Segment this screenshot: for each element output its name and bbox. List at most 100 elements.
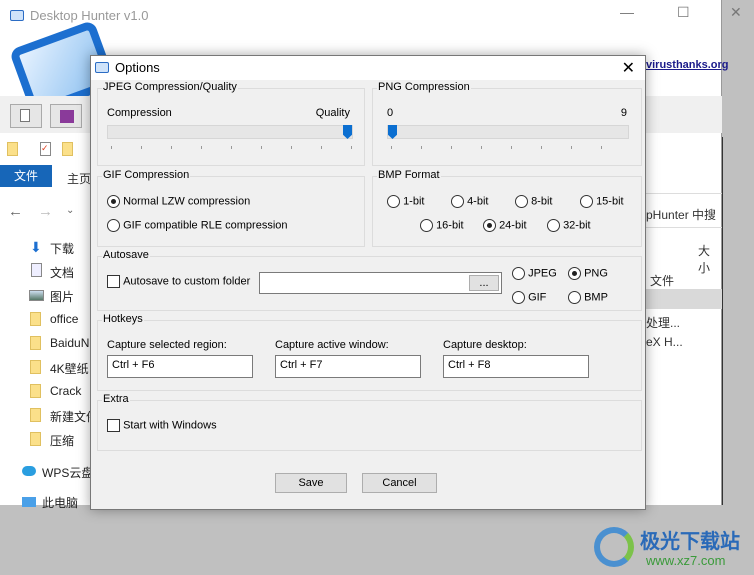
properties-icon: ✓ — [40, 142, 51, 156]
window-hotkey-input[interactable]: Ctrl + F7 — [275, 355, 421, 378]
save-button[interactable]: Save — [275, 473, 347, 493]
bmp-option-15bit[interactable]: 15-bit — [580, 195, 624, 208]
bmp-option-1bit[interactable]: 1-bit — [387, 195, 424, 208]
cancel-button[interactable]: Cancel — [362, 473, 437, 493]
background-gray-area — [722, 137, 754, 505]
save-icon-button[interactable] — [50, 104, 82, 128]
radio-icon[interactable] — [512, 267, 525, 280]
hotkeys-group: Hotkeys Capture selected region: Ctrl + … — [97, 313, 642, 391]
maximize-button[interactable]: ☐ — [677, 4, 690, 21]
gif-group: GIF Compression Normal LZW compression G… — [97, 169, 365, 247]
folder-icon — [30, 312, 41, 326]
download-icon: ⬇ — [30, 239, 42, 255]
bmp-option-16bit[interactable]: 16-bit — [420, 219, 464, 232]
checkbox-icon[interactable] — [107, 275, 120, 288]
floppy-icon — [60, 110, 74, 123]
radio-icon[interactable] — [568, 267, 581, 280]
minimize-button[interactable]: — — [620, 4, 634, 20]
radio-icon[interactable] — [580, 195, 593, 208]
options-dialog: Options ✕ JPEG Compression/Quality Compr… — [90, 55, 646, 510]
slider-ticks — [111, 146, 353, 149]
file-row[interactable]: 处理... — [646, 314, 680, 331]
radio-icon[interactable] — [568, 291, 581, 304]
radio-icon[interactable] — [107, 219, 120, 232]
slider-thumb[interactable] — [343, 125, 352, 139]
file-type: 文件 — [650, 274, 675, 288]
dialog-icon — [95, 62, 109, 73]
desktop-hotkey-input[interactable]: Ctrl + F8 — [443, 355, 589, 378]
website-link[interactable]: virusthanks.org — [646, 59, 729, 71]
browse-button[interactable]: ... — [469, 275, 499, 291]
sidebar-item[interactable]: 图片 — [50, 288, 74, 305]
bmp-option-4bit[interactable]: 4-bit — [451, 195, 488, 208]
bmp-option-8bit[interactable]: 8-bit — [515, 195, 552, 208]
sidebar-item[interactable]: 文档 — [50, 264, 74, 281]
ribbon-tab-file[interactable]: 文件 — [0, 165, 52, 187]
sidebar-item[interactable]: 下载 — [50, 240, 74, 257]
window-hotkey-label: Capture active window: — [275, 339, 389, 351]
autosave-group: Autosave Autosave to custom folder ... J… — [97, 249, 642, 311]
folder-icon — [30, 336, 41, 350]
sidebar-item[interactable]: BaiduN — [50, 336, 89, 350]
radio-icon[interactable] — [420, 219, 433, 232]
sidebar-item[interactable]: 4K壁纸 — [50, 360, 89, 377]
radio-icon[interactable] — [387, 195, 400, 208]
radio-icon[interactable] — [483, 219, 496, 232]
sidebar-item[interactable]: WPS云盘 — [42, 464, 93, 481]
watermark-swirl-icon — [594, 527, 634, 567]
png-group: PNG Compression 0 9 — [372, 81, 642, 166]
dialog-title: Options — [115, 60, 160, 75]
jpeg-quality-slider[interactable] — [107, 125, 353, 139]
format-option-png[interactable]: PNG — [568, 267, 608, 280]
radio-icon[interactable] — [512, 291, 525, 304]
extra-legend: Extra — [102, 393, 130, 405]
back-icon[interactable]: ← — [8, 203, 23, 220]
png-compression-slider[interactable] — [387, 125, 629, 139]
start-with-windows-checkbox[interactable]: Start with Windows — [107, 419, 217, 432]
column-header-size[interactable]: 大小 — [698, 242, 721, 276]
checkbox-icon[interactable] — [107, 419, 120, 432]
slider-ticks — [391, 146, 631, 149]
format-option-gif[interactable]: GIF — [512, 291, 546, 304]
folder-icon — [30, 432, 41, 446]
compression-label: Compression — [107, 107, 172, 119]
copy-icon — [20, 109, 30, 122]
dialog-titlebar: Options ✕ — [91, 56, 645, 80]
bmp-option-24bit[interactable]: 24-bit — [483, 219, 527, 232]
gif-option-rle[interactable]: GIF compatible RLE compression — [107, 219, 288, 232]
region-hotkey-input[interactable]: Ctrl + F6 — [107, 355, 253, 378]
recent-chevron-icon[interactable]: ⌄ — [66, 205, 74, 216]
search-box-text[interactable]: pHunter 中搜 — [646, 206, 716, 223]
ribbon-tab-home[interactable]: 主页 — [67, 170, 91, 187]
slider-thumb[interactable] — [388, 125, 397, 139]
gif-option-lzw[interactable]: Normal LZW compression — [107, 195, 250, 208]
watermark-logo: 极光下载站 www.xz7.com — [594, 523, 744, 571]
file-row[interactable]: eX H... — [646, 335, 683, 349]
extra-group: Extra Start with Windows — [97, 393, 642, 451]
format-option-jpeg[interactable]: JPEG — [512, 267, 557, 280]
bmp-option-32bit[interactable]: 32-bit — [547, 219, 591, 232]
radio-icon[interactable] — [547, 219, 560, 232]
folder-icon — [30, 360, 41, 374]
format-option-bmp[interactable]: BMP — [568, 291, 608, 304]
sidebar-item[interactable]: 压缩 — [50, 432, 74, 449]
gif-legend: GIF Compression — [102, 169, 191, 181]
sidebar-item[interactable]: 此电脑 — [42, 494, 78, 511]
dialog-close-button[interactable]: ✕ — [622, 58, 635, 78]
close-button[interactable]: ✕ — [730, 4, 742, 21]
sidebar-item[interactable]: Crack — [50, 384, 81, 398]
radio-icon[interactable] — [107, 195, 120, 208]
radio-icon[interactable] — [515, 195, 528, 208]
sidebar-item[interactable]: office — [50, 312, 78, 326]
selected-row[interactable] — [646, 289, 722, 309]
autosave-legend: Autosave — [102, 249, 150, 261]
hotkeys-legend: Hotkeys — [102, 313, 144, 325]
png-legend: PNG Compression — [377, 81, 471, 93]
autosave-folder-input[interactable]: ... — [259, 272, 502, 294]
cloud-icon — [22, 466, 36, 476]
jpeg-group: JPEG Compression/Quality Compression Qua… — [97, 81, 365, 166]
forward-icon[interactable]: → — [38, 203, 53, 220]
autosave-checkbox[interactable]: Autosave to custom folder — [107, 275, 250, 288]
copy-button[interactable] — [10, 104, 42, 128]
radio-icon[interactable] — [451, 195, 464, 208]
